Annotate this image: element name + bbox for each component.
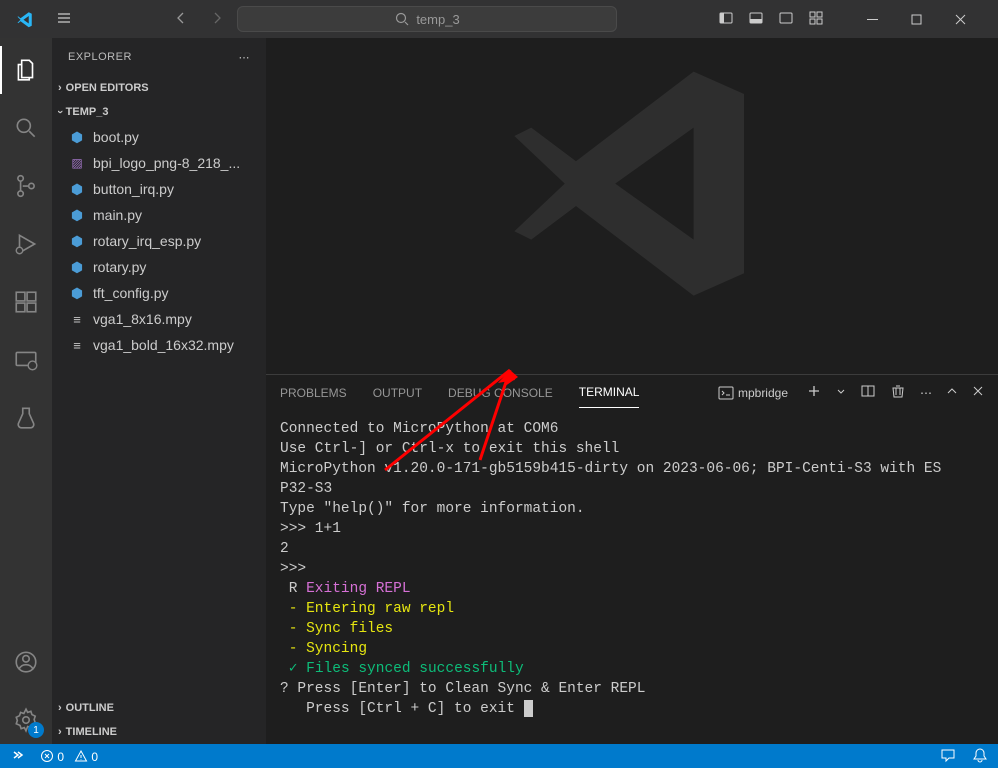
editor-background xyxy=(266,38,998,374)
outline-section[interactable]: › OUTLINE xyxy=(52,696,266,720)
settings-badge: 1 xyxy=(28,722,44,738)
folder-section[interactable]: › TEMP_3 xyxy=(52,100,266,124)
status-bar: 0 0 xyxy=(0,744,998,768)
python-file-icon: ⬢ xyxy=(68,285,86,302)
panel-more-button[interactable]: ⋯ xyxy=(920,386,932,400)
file-name: boot.py xyxy=(93,129,139,145)
file-name: bpi_logo_png-8_218_... xyxy=(93,155,240,171)
file-item[interactable]: ⬢ button_irq.py xyxy=(52,176,266,202)
file-item[interactable]: ⬢ boot.py xyxy=(52,124,266,150)
activity-testing[interactable] xyxy=(0,394,52,442)
terminal-selector[interactable]: mpbridge xyxy=(714,383,792,403)
file-name: rotary.py xyxy=(93,259,146,275)
tab-terminal[interactable]: TERMINAL xyxy=(579,377,640,408)
window-minimize-button[interactable] xyxy=(850,0,894,38)
chevron-down-icon: › xyxy=(54,110,66,114)
tab-debug-console[interactable]: DEBUG CONSOLE xyxy=(448,378,553,408)
layout-sidebar-right-icon[interactable] xyxy=(778,10,794,29)
file-item[interactable]: ⬢ rotary_irq_esp.py xyxy=(52,228,266,254)
panel-close-button[interactable] xyxy=(972,385,984,400)
command-center-search[interactable]: temp_3 xyxy=(237,6,617,32)
file-item[interactable]: ≡ vga1_bold_16x32.mpy xyxy=(52,332,266,358)
file-name: rotary_irq_esp.py xyxy=(93,233,201,249)
python-file-icon: ⬢ xyxy=(68,129,86,146)
activity-account[interactable] xyxy=(0,638,52,686)
chevron-right-icon: › xyxy=(58,82,62,94)
file-item[interactable]: ⬢ tft_config.py xyxy=(52,280,266,306)
image-file-icon: ▨ xyxy=(68,156,86,170)
split-terminal-button[interactable] xyxy=(860,383,876,402)
file-item[interactable]: ≡ vga1_8x16.mpy xyxy=(52,306,266,332)
window-close-button[interactable] xyxy=(938,0,982,38)
activity-source-control[interactable] xyxy=(0,162,52,210)
layout-sidebar-left-icon[interactable] xyxy=(718,10,734,29)
bottom-panel: PROBLEMS OUTPUT DEBUG CONSOLE TERMINAL m… xyxy=(266,374,998,744)
vscode-logo-icon xyxy=(16,10,34,28)
nav-forward-button[interactable] xyxy=(209,10,225,29)
terminal-icon xyxy=(718,385,734,401)
activity-extensions[interactable] xyxy=(0,278,52,326)
tab-problems[interactable]: PROBLEMS xyxy=(280,378,347,408)
activity-run-debug[interactable] xyxy=(0,220,52,268)
titlebar: temp_3 xyxy=(0,0,998,38)
file-name: vga1_bold_16x32.mpy xyxy=(93,337,234,353)
search-icon xyxy=(394,11,410,27)
kill-terminal-button[interactable] xyxy=(890,383,906,402)
file-item[interactable]: ⬢ main.py xyxy=(52,202,266,228)
python-file-icon: ⬢ xyxy=(68,259,86,276)
explorer-title: EXPLORER xyxy=(68,51,132,63)
file-name: button_irq.py xyxy=(93,181,174,197)
remote-button[interactable] xyxy=(10,747,26,766)
chevron-right-icon: › xyxy=(58,726,62,738)
file-name: tft_config.py xyxy=(93,285,169,301)
tab-output[interactable]: OUTPUT xyxy=(373,378,422,408)
file-item[interactable]: ▨ bpi_logo_png-8_218_... xyxy=(52,150,266,176)
explorer-more-button[interactable]: ⋯ xyxy=(239,51,251,64)
feedback-button[interactable] xyxy=(940,747,956,766)
vscode-watermark-icon xyxy=(492,44,772,324)
notifications-button[interactable] xyxy=(972,747,988,766)
file-item[interactable]: ⬢ rotary.py xyxy=(52,254,266,280)
binary-file-icon: ≡ xyxy=(68,312,86,327)
binary-file-icon: ≡ xyxy=(68,338,86,353)
terminal-output[interactable]: Connected to MicroPython at COM6 Use Ctr… xyxy=(266,411,998,744)
file-name: main.py xyxy=(93,207,142,223)
activity-remote[interactable] xyxy=(0,336,52,384)
explorer-sidebar: EXPLORER ⋯ › OPEN EDITORS › TEMP_3 ⬢ boot… xyxy=(52,38,266,744)
activity-bar: 1 xyxy=(0,38,52,744)
new-terminal-button[interactable] xyxy=(806,383,822,402)
window-maximize-button[interactable] xyxy=(894,0,938,38)
panel-maximize-button[interactable] xyxy=(946,385,958,400)
layout-customize-icon[interactable] xyxy=(808,10,824,29)
menu-button[interactable] xyxy=(56,10,72,29)
timeline-section[interactable]: › TIMELINE xyxy=(52,720,266,744)
terminal-dropdown-button[interactable] xyxy=(836,386,846,400)
python-file-icon: ⬢ xyxy=(68,181,86,198)
chevron-right-icon: › xyxy=(58,702,62,714)
activity-search[interactable] xyxy=(0,104,52,152)
python-file-icon: ⬢ xyxy=(68,207,86,224)
python-file-icon: ⬢ xyxy=(68,233,86,250)
layout-panel-icon[interactable] xyxy=(748,10,764,29)
terminal-cursor xyxy=(524,700,533,717)
search-placeholder: temp_3 xyxy=(416,12,459,27)
file-name: vga1_8x16.mpy xyxy=(93,311,192,327)
nav-back-button[interactable] xyxy=(173,10,189,29)
problems-status[interactable]: 0 0 xyxy=(40,749,98,764)
activity-explorer[interactable] xyxy=(0,46,52,94)
open-editors-section[interactable]: › OPEN EDITORS xyxy=(52,76,266,100)
activity-settings[interactable]: 1 xyxy=(0,696,52,744)
